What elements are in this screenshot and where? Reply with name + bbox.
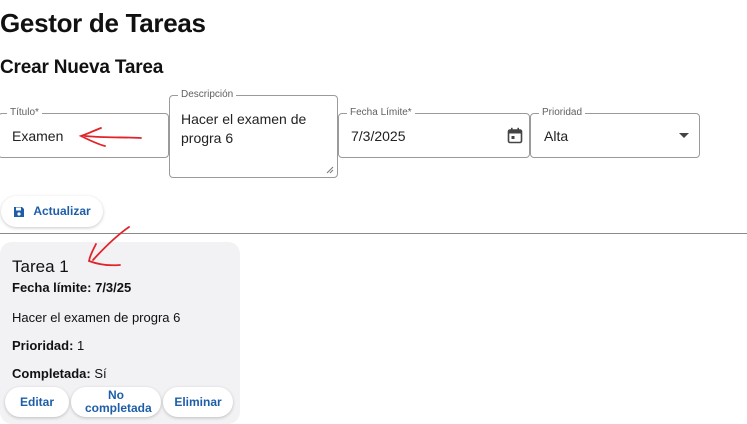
task-completed-label: Completada:	[12, 366, 91, 381]
update-button[interactable]: Actualizar	[1, 196, 103, 227]
priority-select-label: Prioridad	[539, 107, 586, 119]
task-due-value: 7/3/25	[95, 280, 132, 295]
task-due-date: Fecha límite: 7/3/25	[12, 280, 131, 295]
task-title: Tarea 1	[12, 257, 69, 276]
update-button-label: Actualizar	[33, 204, 91, 218]
resize-handle-icon[interactable]	[325, 165, 334, 174]
title-field-value: Examen	[12, 128, 64, 144]
task-priority-label: Prioridad:	[12, 338, 74, 353]
task-completed-value: Sí	[94, 366, 107, 381]
due-date-field-value: 7/3/2025	[351, 128, 406, 144]
not-completed-button-label: No completada	[85, 388, 152, 415]
calendar-icon[interactable]	[507, 127, 523, 144]
description-field-value: Hacer el examen de progra 6	[181, 111, 307, 146]
annotation-arrow-icon	[78, 127, 142, 147]
task-due-label: Fecha límite:	[12, 280, 92, 295]
task-priority-value: 1	[77, 338, 85, 353]
delete-button-label: Eliminar	[174, 394, 222, 409]
task-priority: Prioridad: 1	[12, 338, 84, 353]
description-field-label: Descripción	[178, 89, 237, 101]
edit-button[interactable]: Editar	[5, 387, 69, 417]
priority-select[interactable]: Prioridad Alta	[530, 107, 700, 158]
description-field[interactable]: Descripción Hacer el examen de progra 6	[169, 89, 338, 178]
due-date-field-label: Fecha Límite*	[347, 107, 415, 119]
save-icon	[14, 206, 25, 217]
not-completed-button[interactable]: No completada	[71, 387, 161, 417]
form-section-title: Crear Nueva Tarea	[0, 57, 164, 78]
task-description: Hacer el examen de progra 6	[12, 310, 181, 325]
chevron-down-icon	[679, 133, 689, 138]
task-completed: Completada: Sí	[12, 366, 107, 381]
delete-button[interactable]: Eliminar	[163, 387, 233, 417]
page-title: Gestor de Tareas	[0, 8, 206, 38]
due-date-field[interactable]: Fecha Límite* 7/3/2025	[338, 107, 530, 158]
annotation-arrow-icon	[87, 226, 130, 267]
priority-select-value: Alta	[544, 128, 569, 144]
edit-button-label: Editar	[19, 394, 54, 409]
title-field-label: Título*	[7, 107, 42, 119]
